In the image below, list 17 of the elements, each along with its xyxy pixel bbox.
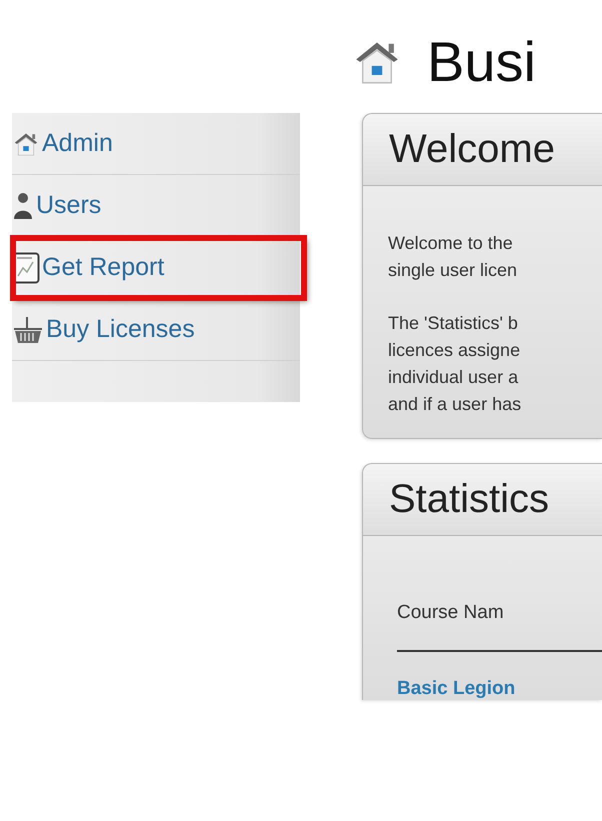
course-link[interactable]: Basic Legion: [397, 678, 602, 700]
page-title: Busi: [427, 29, 536, 94]
person-icon: [12, 192, 34, 220]
text-line: individual user a: [388, 366, 520, 389]
highlighted-menu-item[interactable]: Get Report: [12, 237, 305, 299]
panel-title: Welcome: [363, 114, 602, 186]
text-line: single user licen: [388, 259, 518, 282]
panel-title: Statistics: [363, 464, 602, 536]
text-line: and if a user has: [388, 393, 522, 416]
menu-item[interactable]: Buy Licenses: [12, 299, 300, 361]
basket-icon: [12, 314, 44, 344]
menu-item[interactable]: Admin: [12, 113, 300, 175]
text-line: licences assigne: [388, 339, 522, 362]
text-line: Welcome to the: [388, 232, 514, 255]
text-line: The 'Statistics' b: [388, 312, 519, 335]
menu-item[interactable]: Users: [12, 175, 300, 237]
column-header: Course Nam: [397, 602, 602, 652]
